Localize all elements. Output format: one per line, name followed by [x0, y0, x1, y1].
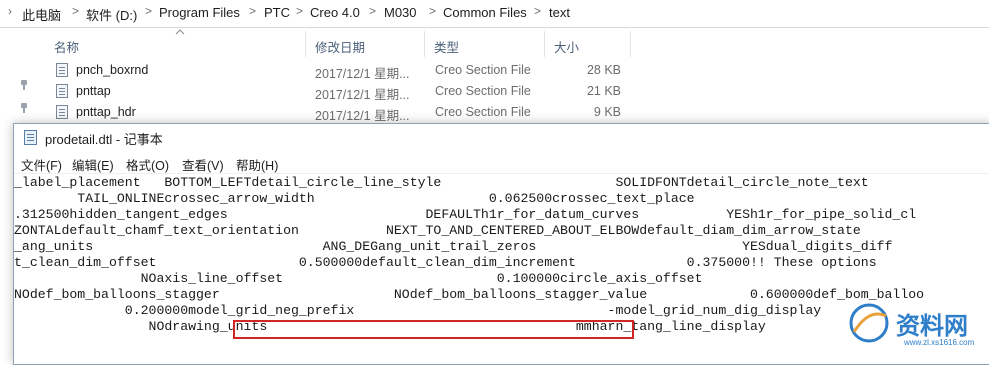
text-line: .312500hidden_tangent_edges DEFAULTh1r_f… [14, 207, 917, 222]
file-name: pnttap_hdr [76, 105, 136, 119]
chevron-right-icon[interactable]: > [249, 4, 256, 18]
watermark-logo-icon [849, 303, 889, 343]
file-size: 9 KB [593, 105, 621, 119]
file-type: Creo Section File [435, 84, 531, 98]
breadcrumb-item[interactable]: 此电脑 [22, 5, 61, 24]
quick-access-pins [0, 28, 40, 128]
site-watermark: 资料网 www.zl.xs1616.com [846, 298, 989, 354]
menu-file[interactable]: 文件(F) [21, 155, 62, 174]
watermark-brand: 资料网 [896, 312, 968, 340]
text-line: _ang_units ANG_DEGang_unit_trail_zeros Y… [14, 239, 893, 254]
text-line: t_clean_dim_offset 0.500000default_clean… [14, 255, 877, 270]
menu-bar: 文件(F) 编辑(E) 格式(O) 查看(V) 帮助(H) [14, 152, 989, 174]
file-icon [56, 84, 68, 98]
pin-icon[interactable] [19, 103, 29, 113]
file-size: 28 KB [586, 63, 621, 77]
column-header-date[interactable]: 修改日期 [315, 37, 365, 56]
file-icon [56, 105, 68, 119]
breadcrumb-item[interactable]: Common Files [443, 5, 527, 20]
menu-format[interactable]: 格式(O) [126, 155, 169, 174]
breadcrumb-item[interactable]: 软件 (D:) [86, 5, 137, 24]
text-line: 0.200000model_grid_neg_prefix -model_gri… [14, 303, 822, 318]
column-header-size[interactable]: 大小 [554, 37, 579, 56]
text-line: _label_placement BOTTOM_LEFTdetail_circl… [14, 175, 869, 190]
text-line: TAIL_ONLINEcrossec_arrow_width 0.062500c… [14, 191, 695, 206]
highlight-annotation [233, 320, 634, 339]
text-line: NOaxis_line_offset 0.100000circle_axis_o… [14, 271, 703, 286]
file-row[interactable]: pnch_boxrnd 2017/12/1 星期... Creo Section… [44, 60, 989, 81]
chevron-right-icon[interactable]: > [72, 4, 79, 18]
notepad-titlebar[interactable]: prodetail.dtl - 记事本 [14, 124, 989, 150]
file-name: pnch_boxrnd [76, 63, 149, 77]
file-date: 2017/12/1 星期... [315, 67, 410, 81]
menu-view[interactable]: 查看(V) [182, 155, 224, 174]
file-row[interactable]: pnttap_hdr 2017/12/1 星期... Creo Section … [44, 102, 989, 123]
menu-edit[interactable]: 编辑(E) [72, 155, 114, 174]
file-type: Creo Section File [435, 105, 531, 119]
notepad-app-icon[interactable] [24, 130, 37, 145]
breadcrumb-item[interactable]: text [549, 5, 570, 20]
file-date: 2017/12/1 星期... [315, 109, 410, 123]
address-bar[interactable]: › 此电脑 > 软件 (D:) > Program Files > PTC > … [0, 0, 989, 28]
text-line: ZONTALdefault_chamf_text_orientation NEX… [14, 223, 861, 238]
column-header-type[interactable]: 类型 [434, 37, 459, 56]
watermark-url: www.zl.xs1616.com [904, 338, 975, 347]
breadcrumb-item[interactable]: Creo 4.0 [310, 5, 360, 20]
file-row[interactable]: pnttap 2017/12/1 星期... Creo Section File… [44, 81, 989, 102]
menu-help[interactable]: 帮助(H) [236, 155, 278, 174]
column-header-name[interactable]: 名称 [54, 37, 79, 56]
chevron-right-icon[interactable]: > [429, 4, 436, 18]
file-icon [56, 63, 68, 77]
breadcrumb-item[interactable]: Program Files [159, 5, 240, 20]
breadcrumb-item[interactable]: M030 [384, 5, 417, 20]
breadcrumb-item[interactable]: PTC [264, 5, 290, 20]
text-line: NOdef_bom_balloons_stagger NOdef_bom_bal… [14, 287, 925, 302]
file-type: Creo Section File [435, 63, 531, 77]
file-name: pnttap [76, 84, 111, 98]
chevron-right-icon[interactable]: > [534, 4, 541, 18]
file-date: 2017/12/1 星期... [315, 88, 410, 102]
chevron-right-icon[interactable]: > [369, 4, 376, 18]
file-size: 21 KB [586, 84, 621, 98]
chevron-right-icon[interactable]: > [296, 4, 303, 18]
chevron-right-icon[interactable]: > [145, 4, 152, 18]
window-title: prodetail.dtl - 记事本 [45, 132, 163, 147]
pin-icon[interactable] [19, 80, 29, 90]
notepad-window: prodetail.dtl - 记事本 文件(F) 编辑(E) 格式(O) 查看… [13, 123, 989, 365]
column-header-row: 名称 修改日期 类型 大小 [44, 31, 989, 57]
chevron-right-icon[interactable]: › [8, 4, 12, 18]
